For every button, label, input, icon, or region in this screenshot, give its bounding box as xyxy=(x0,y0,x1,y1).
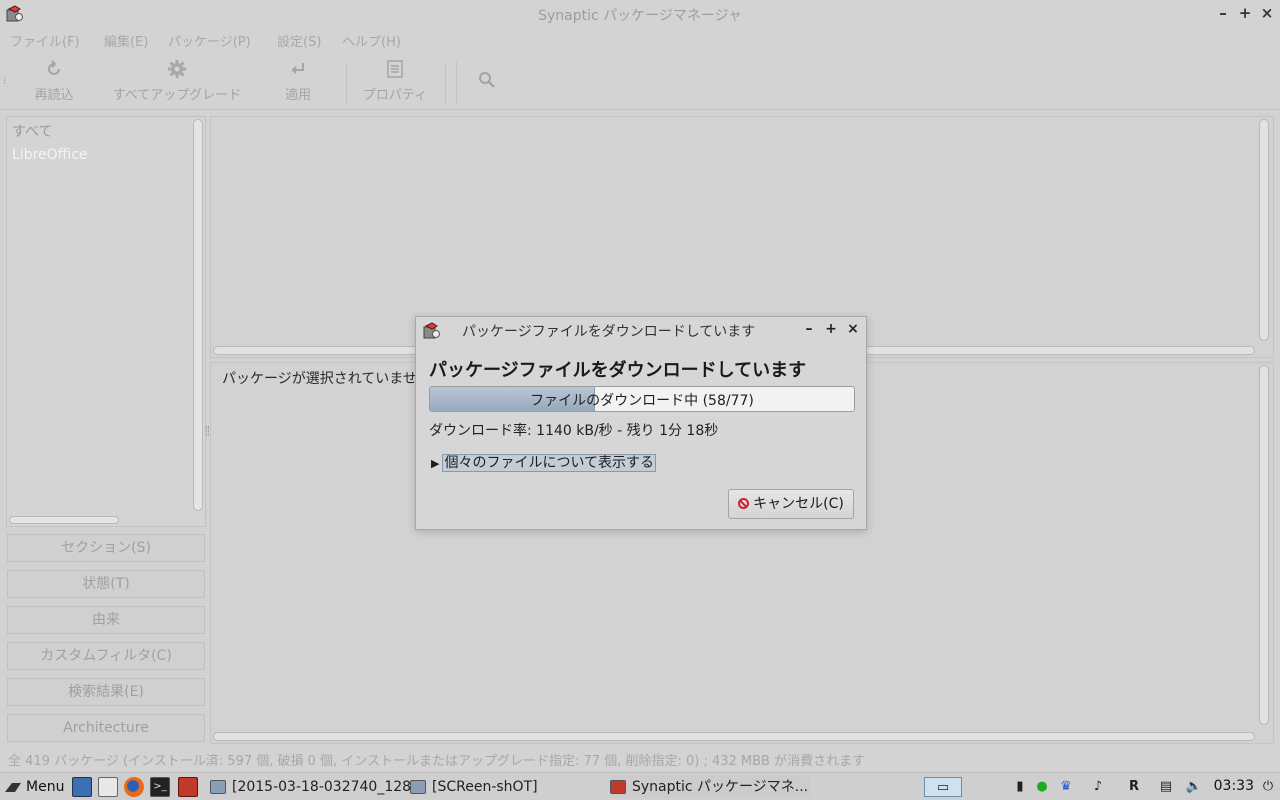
properties-label: プロパティ xyxy=(362,88,428,103)
taskbar: Menu >_ [2015-03-18-032740_128... [SCRee… xyxy=(0,772,1280,800)
synaptic-app-icon xyxy=(423,322,440,339)
cancel-label: キャンセル(C) xyxy=(753,496,844,512)
clipboard-icon[interactable]: ▤ xyxy=(1156,777,1176,797)
dialog-titlebar[interactable]: パッケージファイルをダウンロードしています – + × xyxy=(416,317,866,343)
dialog-title: パッケージファイルをダウンロードしています xyxy=(462,324,756,340)
upgrade-all-button[interactable]: すべてアップグレード xyxy=(98,58,256,106)
task-label: [2015-03-18-032740_128... xyxy=(232,779,410,795)
toolbar-separator xyxy=(445,62,446,104)
reload-icon xyxy=(48,60,60,75)
dialog-maximize-button[interactable]: + xyxy=(823,321,839,339)
upgrade-all-label: すべてアップグレード xyxy=(112,88,242,103)
expander-label: 個々のファイルについて表示する xyxy=(442,454,657,472)
keyboard-layout-icon[interactable]: R xyxy=(1124,777,1144,797)
package-list-vertical-scrollbar[interactable] xyxy=(1259,119,1269,341)
search-results-button[interactable]: 検索結果(E) xyxy=(7,678,205,706)
start-menu-button[interactable]: Menu xyxy=(4,776,64,798)
show-individual-files-expander[interactable]: ▶ 個々のファイルについて表示する xyxy=(431,452,657,472)
apply-label: 適用 xyxy=(284,88,311,103)
menu-icon xyxy=(5,783,21,792)
filter-list: すべて LibreOffice xyxy=(6,116,206,527)
dialog-close-button[interactable]: × xyxy=(845,321,861,339)
firefox-launcher-icon[interactable] xyxy=(124,777,144,797)
toolbar-grip-icon[interactable]: ⁝ xyxy=(3,76,6,87)
maximize-button[interactable]: + xyxy=(1236,4,1254,22)
menu-package[interactable]: パッケージ(P) xyxy=(168,31,251,50)
toolbar-separator xyxy=(346,62,347,104)
close-button[interactable]: × xyxy=(1258,4,1276,22)
dialog-minimize-button[interactable]: – xyxy=(801,321,817,339)
gear-icon xyxy=(168,60,186,78)
properties-button[interactable]: プロパティ xyxy=(354,58,436,106)
synaptic-icon xyxy=(610,780,626,794)
menu-edit[interactable]: 編集(E) xyxy=(104,31,148,50)
speaker-icon[interactable]: 🔈 xyxy=(1184,777,1204,797)
filter-item-all[interactable]: すべて xyxy=(12,121,52,141)
progress-text: ファイルのダウンロード中 (58/77) xyxy=(530,393,754,409)
synaptic-launcher-icon[interactable] xyxy=(178,777,198,797)
properties-icon xyxy=(387,60,403,78)
cancel-button[interactable]: キャンセル(C) xyxy=(728,489,854,519)
details-text: パッケージが選択されていません。 xyxy=(222,371,445,387)
reload-label: 再読込 xyxy=(34,88,74,103)
task-label: [SCReen-shOT] xyxy=(432,779,538,795)
menu-settings[interactable]: 設定(S) xyxy=(277,31,321,50)
window-titlebar: Synaptic パッケージマネージャ – + × xyxy=(0,0,1280,28)
clock[interactable]: 03:33 xyxy=(1214,778,1254,794)
menubar: ファイル(F) 編集(E) パッケージ(P) 設定(S) ヘルプ(H) xyxy=(0,28,1280,52)
window-title: Synaptic パッケージマネージャ xyxy=(538,8,742,24)
reload-button[interactable]: 再読込 xyxy=(26,58,82,106)
start-menu-label: Menu xyxy=(26,779,65,795)
download-rate: ダウンロード率: 1140 kB/秒 - 残り 1分 18秒 xyxy=(429,423,719,439)
menu-file[interactable]: ファイル(F) xyxy=(10,31,80,50)
details-horizontal-scrollbar[interactable] xyxy=(213,732,1255,741)
stop-icon xyxy=(738,498,750,509)
image-viewer-icon xyxy=(210,780,226,794)
expander-arrow-icon: ▶ xyxy=(431,457,440,470)
task-screenshot-image[interactable]: [2015-03-18-032740_128... xyxy=(210,776,410,798)
task-label: Synaptic パッケージマネ... xyxy=(632,779,809,795)
task-screenshot-folder[interactable]: [SCReen-shOT] xyxy=(410,776,606,798)
details-vertical-scrollbar[interactable] xyxy=(1259,365,1269,725)
filter-list-vertical-scrollbar[interactable] xyxy=(193,119,203,511)
desktop-launcher-icon[interactable] xyxy=(72,777,92,797)
architecture-button[interactable]: Architecture xyxy=(7,714,205,742)
battery-icon[interactable]: ▮ xyxy=(1010,777,1030,797)
search-icon xyxy=(479,72,495,88)
terminal-launcher-icon[interactable]: >_ xyxy=(150,777,170,797)
dialog-heading: パッケージファイルをダウンロードしています xyxy=(429,360,807,381)
status-filter-button[interactable]: 状態(T) xyxy=(7,570,205,598)
file-manager-launcher-icon[interactable] xyxy=(98,777,118,797)
section-filter-button[interactable]: セクション(S) xyxy=(7,534,205,562)
task-synaptic[interactable]: Synaptic パッケージマネ... xyxy=(610,776,810,798)
volume-icon[interactable]: ♪ xyxy=(1088,777,1108,797)
apply-button[interactable]: 適用 xyxy=(272,58,324,106)
download-dialog: パッケージファイルをダウンロードしています – + × パッケージファイルをダウ… xyxy=(415,316,867,530)
filter-list-horizontal-scrollbar[interactable] xyxy=(9,516,119,524)
folder-icon xyxy=(410,780,426,794)
status-text: 全 419 パッケージ (インストール済: 597 個, 破損 0 個, インス… xyxy=(8,754,866,769)
ime-icon[interactable]: ♛ xyxy=(1056,777,1076,797)
pane-resize-handle[interactable] xyxy=(206,426,209,436)
toolbar: ⁝ 再読込 すべてアップグレード 適用 プロパティ xyxy=(0,52,1280,110)
minimize-button[interactable]: – xyxy=(1214,4,1232,22)
desktop-pager-icon[interactable]: ▭ xyxy=(924,777,962,797)
download-progress-bar: ファイルのダウンロード中 (58/77) xyxy=(429,386,855,412)
statusbar: 全 419 パッケージ (インストール済: 597 個, 破損 0 個, インス… xyxy=(0,748,1280,770)
network-status-icon[interactable]: ● xyxy=(1032,777,1052,797)
custom-filter-button[interactable]: カスタムフィルタ(C) xyxy=(7,642,205,670)
origin-filter-button[interactable]: 由来 xyxy=(7,606,205,634)
search-button[interactable] xyxy=(470,58,504,106)
power-icon[interactable]: ⏻ xyxy=(1258,777,1278,797)
apply-icon xyxy=(291,63,304,74)
menu-help[interactable]: ヘルプ(H) xyxy=(342,31,401,50)
filter-item-libreoffice[interactable]: LibreOffice xyxy=(12,147,88,163)
toolbar-separator xyxy=(456,62,457,104)
